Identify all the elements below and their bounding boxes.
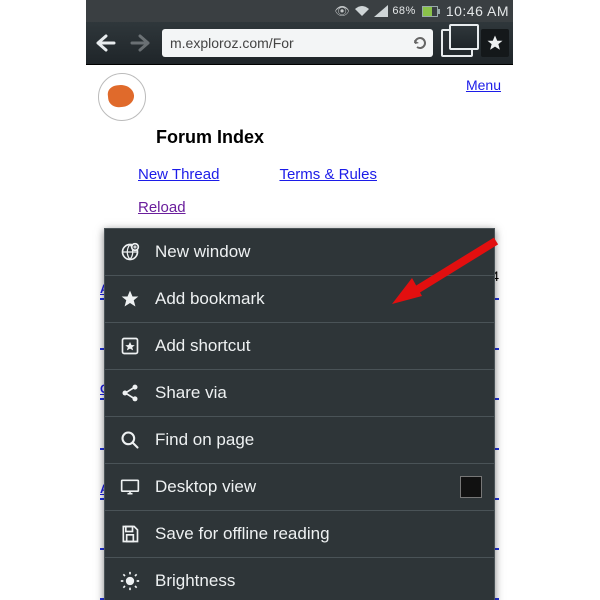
smart-stay-icon: 👁 — [335, 4, 351, 18]
menu-label: Desktop view — [155, 477, 256, 497]
bookmarks-button[interactable] — [481, 29, 509, 57]
forward-button[interactable] — [126, 28, 156, 58]
menu-share-via[interactable]: Share via — [105, 370, 494, 417]
battery-percent: 68% — [392, 5, 416, 17]
share-icon — [119, 382, 141, 404]
menu-label: Add shortcut — [155, 336, 250, 356]
overflow-menu: New window Add bookmark Add shortcut Sha… — [104, 228, 495, 600]
browser-toolbar: m.exploroz.com/For — [86, 22, 513, 65]
site-menu-link[interactable]: Menu — [466, 77, 501, 93]
status-bar: 👁 68% 10:46 AM — [86, 0, 513, 22]
brightness-icon — [119, 570, 141, 592]
globe-icon — [119, 241, 141, 263]
signal-icon — [374, 5, 388, 17]
menu-label: Save for offline reading — [155, 524, 330, 544]
menu-save-offline[interactable]: Save for offline reading — [105, 511, 494, 558]
home-shortcut-icon — [119, 335, 141, 357]
star-plus-icon — [119, 288, 141, 310]
reload-icon[interactable] — [411, 34, 429, 52]
menu-find-on-page[interactable]: Find on page — [105, 417, 494, 464]
monitor-icon — [119, 476, 141, 498]
menu-label: Brightness — [155, 571, 235, 591]
web-page: Menu Forum Index New Thread Terms & Rule… — [86, 65, 513, 216]
menu-new-window[interactable]: New window — [105, 229, 494, 276]
terms-rules-link[interactable]: Terms & Rules — [279, 166, 377, 183]
tabs-button[interactable] — [441, 29, 473, 57]
menu-label: Find on page — [155, 430, 254, 450]
site-logo — [98, 73, 146, 121]
battery-icon — [422, 6, 438, 17]
back-button[interactable] — [90, 28, 120, 58]
menu-desktop-view[interactable]: Desktop view — [105, 464, 494, 511]
menu-label: Add bookmark — [155, 289, 265, 309]
reload-link[interactable]: Reload — [138, 199, 186, 216]
clock: 10:46 AM — [446, 3, 509, 19]
url-bar[interactable]: m.exploroz.com/For — [162, 29, 433, 57]
page-title: Forum Index — [156, 127, 501, 148]
search-icon — [119, 429, 141, 451]
menu-label: New window — [155, 242, 250, 262]
wifi-icon — [354, 5, 370, 17]
new-thread-link[interactable]: New Thread — [138, 166, 219, 183]
save-icon — [119, 523, 141, 545]
desktop-view-checkbox[interactable] — [460, 476, 482, 498]
menu-label: Share via — [155, 383, 227, 403]
menu-add-bookmark[interactable]: Add bookmark — [105, 276, 494, 323]
menu-add-shortcut[interactable]: Add shortcut — [105, 323, 494, 370]
menu-brightness[interactable]: Brightness — [105, 558, 494, 600]
phone-screenshot: 👁 68% 10:46 AM m.exploroz.com/For — [86, 0, 513, 600]
url-text: m.exploroz.com/For — [170, 35, 411, 51]
